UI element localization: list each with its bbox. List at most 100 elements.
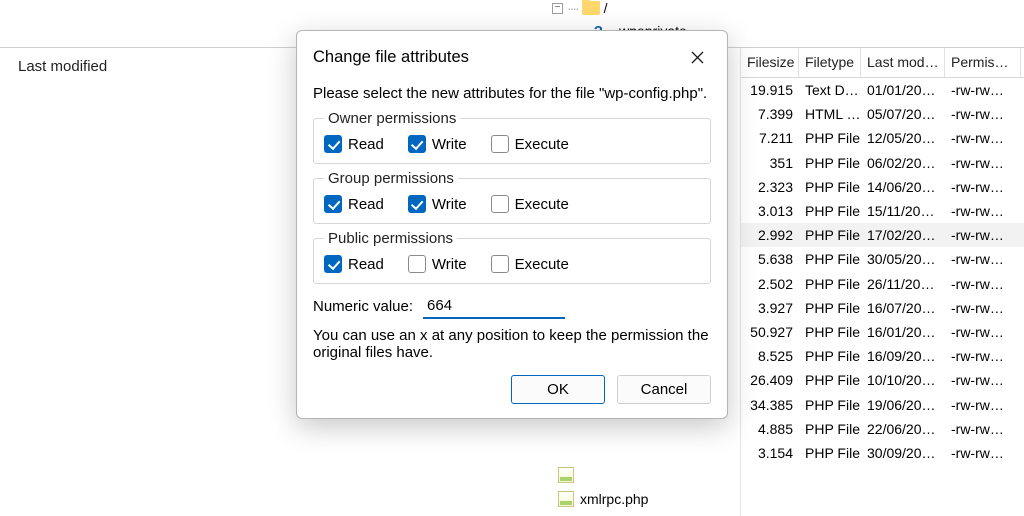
checkbox-unchecked-icon (408, 255, 426, 273)
left-column-last-modified[interactable]: Last modified (18, 58, 107, 75)
cell-perm: -rw-rw… (945, 251, 1021, 267)
table-row[interactable]: 8.525PHP File16/09/20…-rw-rw… (741, 344, 1024, 368)
table-row[interactable]: 2.502PHP File26/11/20…-rw-rw… (741, 272, 1024, 296)
cell-size: 5.638 (741, 251, 799, 267)
public-execute-checkbox[interactable]: Execute (491, 255, 569, 273)
cell-size: 34.385 (741, 397, 799, 413)
table-row[interactable]: 5.638PHP File30/05/20…-rw-rw… (741, 247, 1024, 271)
cell-type: PHP File (799, 372, 861, 388)
cell-size: 7.399 (741, 106, 799, 122)
cell-size: 3.154 (741, 445, 799, 461)
cell-date: 10/10/20… (861, 372, 945, 388)
checkbox-checked-icon (324, 135, 342, 153)
table-row[interactable]: 351PHP File06/02/20…-rw-rw… (741, 151, 1024, 175)
dialog-message: Please select the new attributes for the… (313, 85, 711, 102)
cell-size: 3.013 (741, 203, 799, 219)
numeric-value-label: Numeric value: (313, 298, 413, 315)
dialog-titlebar: Change file attributes (297, 31, 727, 75)
table-row[interactable]: 3.154PHP File30/09/20…-rw-rw… (741, 441, 1024, 465)
cell-date: 26/11/20… (861, 276, 945, 292)
header-filetype[interactable]: Filetype (799, 48, 861, 77)
cell-size: 3.927 (741, 300, 799, 316)
cell-perm: -rw-rw… (945, 155, 1021, 171)
checkbox-checked-icon (324, 195, 342, 213)
table-row[interactable]: 50.927PHP File16/01/20…-rw-rw… (741, 320, 1024, 344)
owner-execute-checkbox[interactable]: Execute (491, 135, 569, 153)
ok-button[interactable]: OK (511, 375, 605, 404)
dialog-title: Change file attributes (313, 48, 469, 67)
cell-size: 26.409 (741, 372, 799, 388)
cell-size: 2.323 (741, 179, 799, 195)
checkbox-label: Write (432, 136, 467, 153)
cell-date: 15/11/20… (861, 203, 945, 219)
table-row[interactable]: 4.885PHP File22/06/20…-rw-rw… (741, 417, 1024, 441)
owner-read-checkbox[interactable]: Read (324, 135, 384, 153)
checkbox-label: Write (432, 256, 467, 273)
cell-date: 30/09/20… (861, 445, 945, 461)
checkbox-label: Execute (515, 256, 569, 273)
table-row[interactable]: 7.399HTML …05/07/20…-rw-rw… (741, 102, 1024, 126)
cell-perm: -rw-rw… (945, 106, 1021, 122)
table-row[interactable]: 34.385PHP File19/06/20…-rw-rw… (741, 392, 1024, 416)
numeric-hint: You can use an x at any position to keep… (313, 327, 711, 361)
header-filesize[interactable]: Filesize (741, 48, 799, 77)
group-write-checkbox[interactable]: Write (408, 195, 467, 213)
checkbox-label: Write (432, 196, 467, 213)
cell-size: 351 (741, 155, 799, 171)
cell-perm: -rw-rw… (945, 227, 1021, 243)
close-button[interactable] (683, 43, 711, 71)
cell-size: 4.885 (741, 421, 799, 437)
owner-permissions-group: Owner permissions Read Write Execute (313, 110, 711, 164)
cell-perm: -rw-rw… (945, 203, 1021, 219)
change-attributes-dialog: Change file attributes Please select the… (296, 30, 728, 419)
cell-date: 22/06/20… (861, 421, 945, 437)
cell-type: PHP File (799, 155, 861, 171)
group-permissions-group: Group permissions Read Write Execute (313, 170, 711, 224)
collapse-icon[interactable]: − (552, 3, 563, 14)
cell-type: PHP File (799, 300, 861, 316)
table-row[interactable]: 2.992PHP File17/02/20…-rw-rw… (741, 223, 1024, 247)
folder-icon (582, 1, 600, 15)
table-row[interactable]: 19.915Text D…01/01/20…-rw-rw… (741, 78, 1024, 102)
checkbox-label: Read (348, 136, 384, 153)
cell-size: 8.525 (741, 348, 799, 364)
cell-perm: -rw-rw… (945, 348, 1021, 364)
owner-write-checkbox[interactable]: Write (408, 135, 467, 153)
cell-type: PHP File (799, 421, 861, 437)
file-name: xmlrpc.php (580, 491, 648, 507)
public-write-checkbox[interactable]: Write (408, 255, 467, 273)
list-item[interactable]: xmlrpc.php (558, 491, 648, 507)
cell-date: 30/05/20… (861, 251, 945, 267)
close-icon (691, 51, 704, 64)
cancel-button[interactable]: Cancel (617, 375, 711, 404)
table-row[interactable]: 2.323PHP File14/06/20…-rw-rw… (741, 175, 1024, 199)
cell-perm: -rw-rw… (945, 324, 1021, 340)
cell-size: 7.211 (741, 130, 799, 146)
cell-perm: -rw-rw… (945, 130, 1021, 146)
cell-type: PHP File (799, 130, 861, 146)
cell-date: 16/07/20… (861, 300, 945, 316)
cell-type: PHP File (799, 397, 861, 413)
checkbox-unchecked-icon (491, 255, 509, 273)
tree-root[interactable]: − ···· / (552, 0, 608, 16)
table-row[interactable]: 7.211PHP File12/05/20…-rw-rw… (741, 126, 1024, 150)
checkbox-unchecked-icon (491, 195, 509, 213)
numeric-value-input[interactable] (423, 294, 565, 319)
table-row[interactable]: 3.927PHP File16/07/20…-rw-rw… (741, 296, 1024, 320)
cell-type: PHP File (799, 251, 861, 267)
group-read-checkbox[interactable]: Read (324, 195, 384, 213)
public-read-checkbox[interactable]: Read (324, 255, 384, 273)
table-row[interactable]: 26.409PHP File10/10/20…-rw-rw… (741, 368, 1024, 392)
table-row[interactable]: 3.013PHP File15/11/20…-rw-rw… (741, 199, 1024, 223)
list-item[interactable] (558, 467, 580, 483)
group-legend: Group permissions (324, 170, 458, 187)
header-lastmod[interactable]: Last mod… (861, 48, 945, 77)
cell-size: 19.915 (741, 82, 799, 98)
cell-date: 19/06/20… (861, 397, 945, 413)
file-list-body: 19.915Text D…01/01/20…-rw-rw…7.399HTML …… (741, 78, 1024, 465)
header-permissions[interactable]: Permis… (945, 48, 1021, 77)
checkbox-label: Execute (515, 196, 569, 213)
group-execute-checkbox[interactable]: Execute (491, 195, 569, 213)
owner-legend: Owner permissions (324, 110, 460, 127)
cell-perm: -rw-rw… (945, 397, 1021, 413)
